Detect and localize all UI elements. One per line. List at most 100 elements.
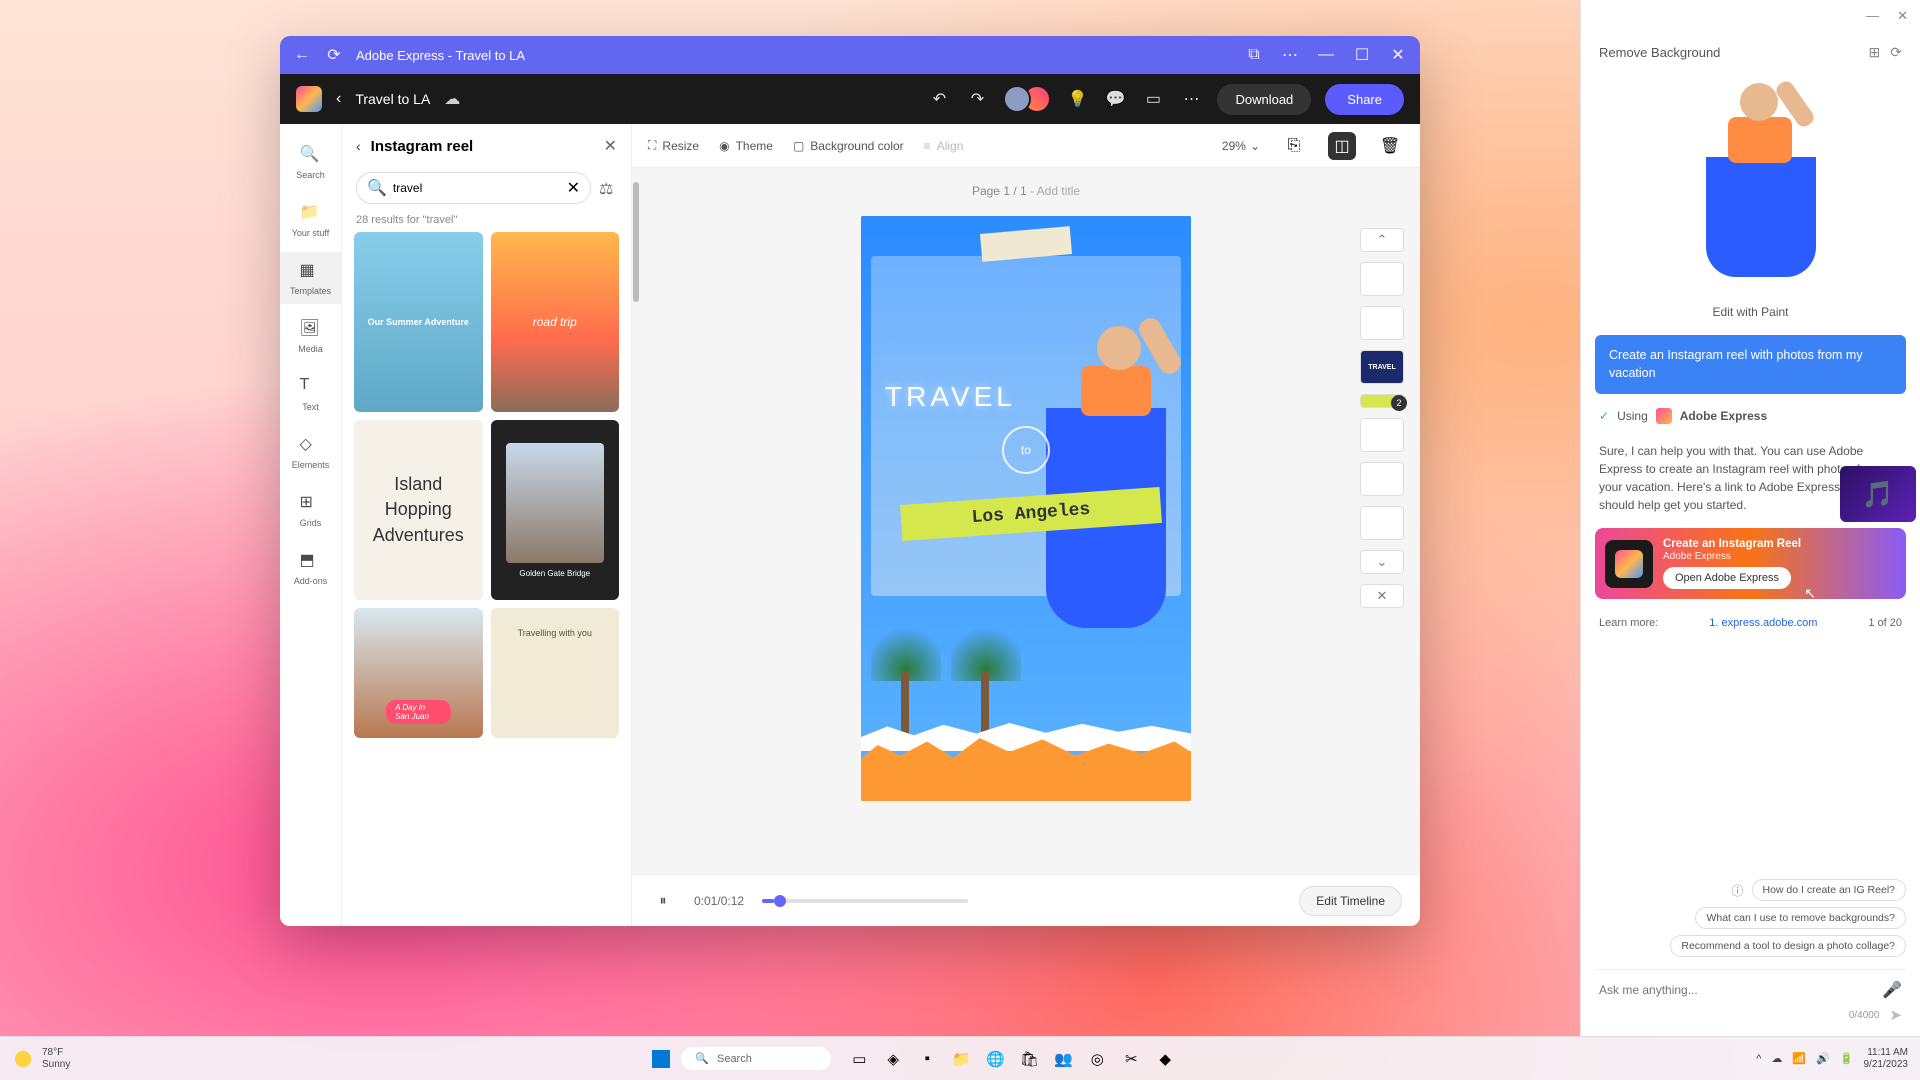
more-icon[interactable]: ⋯: [1280, 45, 1300, 65]
delete-icon[interactable]: 🗑: [1376, 132, 1404, 160]
template-thumb[interactable]: Golden Gate Bridge: [491, 420, 620, 600]
maximize-icon[interactable]: ☐: [1352, 45, 1372, 65]
rail-your-stuff[interactable]: 📁 Your stuff: [280, 194, 341, 246]
suggestion-chip[interactable]: How do I create an IG Reel?: [1752, 879, 1907, 901]
panel-back-icon[interactable]: ‹: [356, 138, 361, 154]
expand-layers-icon[interactable]: ⌄: [1360, 550, 1404, 574]
refresh-icon[interactable]: ⟳: [324, 45, 344, 65]
start-button[interactable]: [647, 1045, 675, 1073]
layer-thumb[interactable]: [1360, 262, 1404, 296]
timeline-track[interactable]: [762, 899, 968, 903]
rail-elements[interactable]: ◇ Elements: [280, 426, 341, 478]
adobe-express-taskbar-icon[interactable]: ◆: [1151, 1045, 1179, 1073]
grid-view-icon[interactable]: ⊞: [1869, 44, 1881, 61]
close-icon[interactable]: ✕: [1388, 45, 1408, 65]
playhead-knob[interactable]: [774, 895, 786, 907]
learn-more-link[interactable]: 1. express.adobe.com: [1709, 617, 1817, 629]
panel-close-icon[interactable]: ✕: [604, 136, 617, 156]
suggestion-chip[interactable]: Recommend a tool to design a photo colla…: [1670, 935, 1906, 957]
template-thumb[interactable]: A Day in San Juan: [354, 608, 483, 738]
template-search-input[interactable]: 🔍 ✕: [356, 172, 591, 204]
bg-color-button[interactable]: ▢Background color: [793, 139, 904, 153]
add-title-link[interactable]: - Add title: [1027, 184, 1080, 198]
document-title[interactable]: Travel to LA: [355, 91, 430, 107]
taskbar-search[interactable]: 🔍Search: [681, 1047, 831, 1070]
zoom-dropdown[interactable]: 29%⌄: [1222, 139, 1260, 153]
download-button[interactable]: Download: [1217, 84, 1311, 115]
suggestion-chip[interactable]: What can I use to remove backgrounds?: [1695, 907, 1906, 929]
collapse-layers-icon[interactable]: ⌃: [1360, 228, 1404, 252]
learn-more-row: Learn more: 1. express.adobe.com 1 of 20: [1581, 609, 1920, 643]
rail-search[interactable]: 🔍 Search: [280, 136, 341, 188]
rail-text[interactable]: T Text: [280, 368, 341, 420]
preview-icon[interactable]: ▭: [1141, 87, 1165, 111]
edge-icon[interactable]: 🌐: [981, 1045, 1009, 1073]
filter-icon[interactable]: ⚖: [599, 179, 617, 197]
system-tray[interactable]: ^ ☁ 📶 🔊 🔋 11:11 AM 9/21/2023: [1756, 1047, 1908, 1071]
music-note-icon: 🎵: [1840, 466, 1916, 522]
device-icon[interactable]: ⧉: [1244, 45, 1264, 65]
light-icon[interactable]: 💡: [1065, 87, 1089, 111]
layer-thumb[interactable]: [1360, 306, 1404, 340]
layer-thumb[interactable]: [1360, 462, 1404, 496]
duplicate-icon[interactable]: ⎘: [1280, 132, 1308, 160]
copilot-input[interactable]: [1599, 983, 1874, 997]
template-thumb[interactable]: Travelling with you: [491, 608, 620, 738]
onedrive-icon[interactable]: ☁: [1771, 1052, 1782, 1065]
rail-addons[interactable]: ⬒ Add-ons: [280, 542, 341, 594]
layer-thumb[interactable]: [1360, 506, 1404, 540]
layer-thumb[interactable]: [1360, 418, 1404, 452]
edit-timeline-button[interactable]: Edit Timeline: [1299, 886, 1402, 916]
weather-widget[interactable]: 78°F Sunny: [12, 1047, 70, 1071]
clock[interactable]: 11:11 AM 9/21/2023: [1864, 1047, 1909, 1071]
search-icon: 🔍: [367, 178, 387, 198]
wifi-icon[interactable]: 📶: [1792, 1052, 1806, 1065]
artboard[interactable]: TRAVEL to Los Angeles: [861, 216, 1191, 801]
volume-icon[interactable]: 🔊: [1816, 1052, 1830, 1065]
refresh-icon[interactable]: ⟳: [1890, 44, 1902, 61]
back-icon[interactable]: ←: [292, 45, 312, 65]
close-copilot-icon[interactable]: ✕: [1897, 8, 1908, 24]
store-icon[interactable]: 🛍: [1015, 1045, 1043, 1073]
layer-thumb[interactable]: 2: [1360, 394, 1404, 408]
comment-icon[interactable]: 💬: [1103, 87, 1127, 111]
chevron-up-icon[interactable]: ^: [1756, 1053, 1761, 1065]
rail-grids[interactable]: ⊞ Grids: [280, 484, 341, 536]
undo-icon[interactable]: ↶: [927, 87, 951, 111]
collaborator-avatars[interactable]: [1003, 85, 1051, 113]
layers-icon[interactable]: ◫: [1328, 132, 1356, 160]
more-options-icon[interactable]: ⋯: [1179, 87, 1203, 111]
rail-media[interactable]: 🖼 Media: [280, 310, 341, 362]
minimize-copilot-icon[interactable]: —: [1866, 8, 1879, 24]
mic-icon[interactable]: 🎤: [1882, 980, 1902, 1000]
template-thumb[interactable]: road trip: [491, 232, 620, 412]
battery-icon[interactable]: 🔋: [1840, 1052, 1854, 1065]
teams-icon[interactable]: 👥: [1049, 1045, 1077, 1073]
pause-icon[interactable]: ⏸: [650, 888, 676, 914]
template-thumb[interactable]: Our Summer Adventure: [354, 232, 483, 412]
info-icon[interactable]: ⓘ: [1731, 882, 1743, 899]
redo-icon[interactable]: ↷: [965, 87, 989, 111]
task-view-icon[interactable]: ▭: [845, 1045, 873, 1073]
cloud-sync-icon[interactable]: ☁: [444, 89, 460, 109]
copilot-taskbar-icon[interactable]: ◈: [879, 1045, 907, 1073]
app-icon[interactable]: ✂: [1117, 1045, 1145, 1073]
rail-templates[interactable]: ▦ Templates: [280, 252, 341, 304]
send-icon[interactable]: ➤: [1889, 1006, 1902, 1024]
header-back-icon[interactable]: ‹: [336, 90, 341, 108]
app-icon[interactable]: ▪: [913, 1045, 941, 1073]
explorer-icon[interactable]: 📁: [947, 1045, 975, 1073]
adobe-express-card[interactable]: Create an Instagram Reel Adobe Express O…: [1595, 528, 1906, 599]
close-layers-icon[interactable]: ✕: [1360, 584, 1404, 608]
layer-thumb[interactable]: TRAVEL: [1360, 350, 1404, 384]
search-field[interactable]: [393, 181, 561, 195]
theme-button[interactable]: ◉Theme: [719, 139, 773, 153]
template-thumb[interactable]: Island Hopping Adventures: [354, 420, 483, 600]
open-adobe-express-button[interactable]: Open Adobe Express: [1663, 567, 1791, 589]
resize-button[interactable]: ⛶Resize: [648, 138, 699, 153]
share-button[interactable]: Share: [1325, 84, 1404, 115]
minimize-icon[interactable]: —: [1316, 45, 1336, 65]
app-icon[interactable]: ◎: [1083, 1045, 1111, 1073]
edit-with-paint-link[interactable]: Edit with Paint: [1581, 299, 1920, 335]
clear-search-icon[interactable]: ✕: [567, 178, 580, 198]
